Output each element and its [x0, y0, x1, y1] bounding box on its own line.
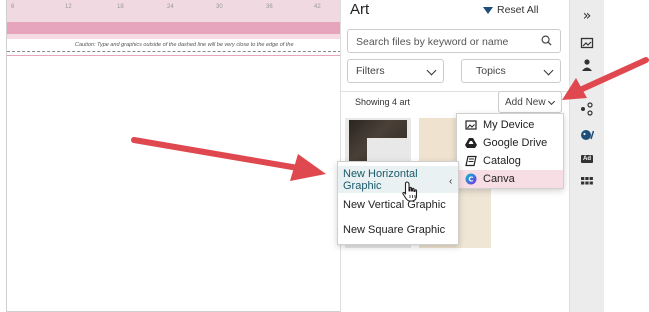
image-icon[interactable]	[580, 36, 594, 50]
chevron-down-icon	[543, 65, 554, 76]
annotation-arrow	[562, 57, 649, 100]
search-box	[347, 29, 561, 53]
ruler-tick: 18	[117, 4, 124, 10]
filters-label: Filters	[356, 65, 385, 77]
ruler-tick: 24	[167, 4, 174, 10]
panel-title: Art	[350, 1, 370, 18]
trim-line	[7, 55, 341, 56]
menu-item-label: New Square Graphic	[343, 223, 446, 236]
ruler-tick: 6	[11, 4, 15, 10]
new-vertical-graphic-item[interactable]: New Vertical Graphic	[338, 191, 458, 218]
reset-all-label: Reset All	[497, 4, 539, 16]
menu-item-label: My Device	[483, 119, 535, 131]
topics-label: Topics	[476, 65, 506, 77]
menu-item-label: Google Drive	[483, 137, 548, 149]
menu-item-label: Catalog	[483, 155, 521, 167]
hand-cursor-icon	[402, 181, 418, 202]
add-new-label: Add New	[505, 97, 546, 108]
ad-icon[interactable]: Ad	[580, 152, 594, 166]
topics-dropdown[interactable]: Topics	[461, 59, 561, 83]
grid-icon[interactable]	[580, 175, 594, 189]
menu-item-my-device[interactable]: My Device	[457, 116, 563, 134]
ad-icon-label: Ad	[581, 155, 593, 163]
caution-text: Caution: Type and graphics outside of th…	[75, 42, 294, 48]
filters-dropdown[interactable]: Filters	[347, 59, 444, 83]
menu-item-canva[interactable]: C Canva	[457, 170, 563, 188]
chevron-down-icon	[426, 65, 437, 76]
menu-item-label: Canva	[483, 173, 515, 185]
side-rail: » Ad	[570, 0, 604, 312]
reset-all-button[interactable]: Reset All	[483, 4, 538, 16]
add-new-menu: My Device Google Drive Catalog C Canva	[456, 113, 564, 189]
filter-icon	[483, 6, 493, 14]
device-icon	[465, 120, 477, 130]
catalog-icon	[465, 155, 477, 167]
svg-text:C: C	[468, 176, 473, 184]
new-horizontal-graphic-item[interactable]: New Horizontal Graphic	[338, 166, 458, 193]
ruler-tick: 30	[216, 4, 223, 10]
chevron-left-icon: ‹	[449, 176, 453, 187]
search-input[interactable]	[356, 34, 536, 49]
art-palette-icon[interactable]	[580, 128, 594, 142]
ruler-tick: 36	[266, 4, 273, 10]
canva-icon: C	[465, 173, 477, 185]
add-new-button[interactable]: Add New	[498, 91, 562, 113]
ruler-tick: 42	[314, 4, 321, 10]
collapse-icon[interactable]: »	[580, 8, 594, 24]
chevron-down-icon	[547, 97, 556, 106]
ruler-tick: 12	[65, 4, 72, 10]
google-drive-icon	[465, 138, 477, 148]
annotation-arrow	[131, 137, 326, 181]
result-count: Showing 4 art	[355, 97, 411, 107]
menu-item-catalog[interactable]: Catalog	[457, 152, 563, 170]
menu-item-label: New Vertical Graphic	[343, 198, 446, 211]
bleed-band-light	[7, 34, 341, 39]
new-square-graphic-item[interactable]: New Square Graphic	[338, 216, 458, 243]
menu-item-google-drive[interactable]: Google Drive	[457, 134, 563, 152]
horizontal-ruler: 6 12 18 24 30 36 42	[7, 0, 341, 22]
search-icon[interactable]	[541, 35, 552, 46]
bleed-band	[7, 22, 341, 34]
new-graphic-submenu: New Horizontal Graphic New Vertical Grap…	[337, 161, 459, 245]
